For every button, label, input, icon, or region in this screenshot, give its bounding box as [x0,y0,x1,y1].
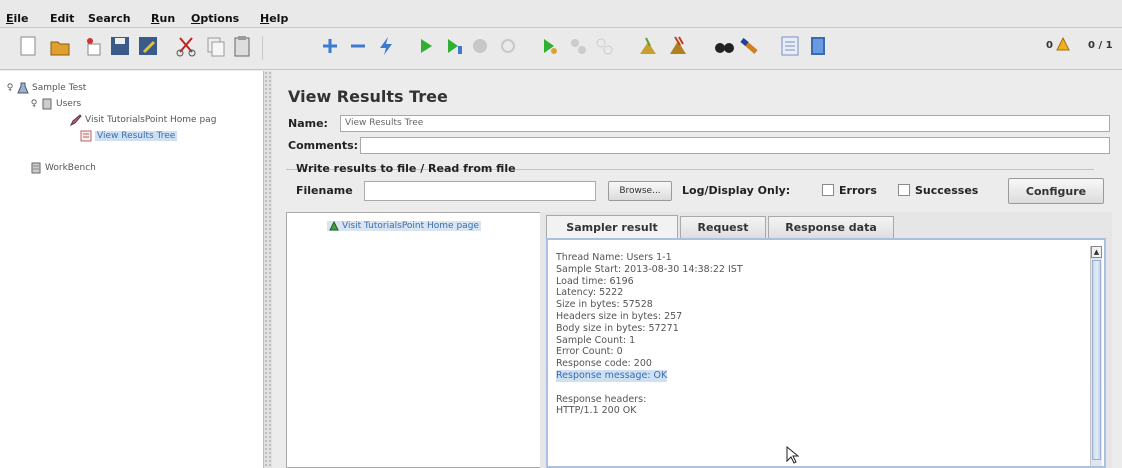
remote-exit-icon[interactable] [590,32,618,60]
menu-edit[interactable]: Edit [50,12,74,25]
menu-options[interactable]: Options [191,12,239,25]
result-line: Thread Name: Users 1-1 [556,252,672,263]
save-icon[interactable] [106,32,134,60]
result-item-label: Visit TutorialsPoint Home page [342,221,479,231]
scroll-thumb[interactable] [1092,260,1101,460]
tab-sampler-result[interactable]: Sampler result [546,215,678,239]
paste-icon[interactable] [228,32,256,60]
open-icon[interactable] [46,32,74,60]
start-no-pause-icon[interactable] [440,32,468,60]
result-item[interactable]: Visit TutorialsPoint Home page [327,221,481,231]
toolbar-separator [262,36,263,60]
tree-node-sampler[interactable]: Visit TutorialsPoint Home pag [70,113,216,127]
workbench-icon [31,162,41,174]
sampler-result-text[interactable]: Thread Name: Users 1-1 Sample Start: 201… [556,252,743,417]
toolbar: 0 0 / 1 [0,28,1122,70]
result-line: HTTP/1.1 200 OK [556,405,637,417]
result-line: Sample Count: 1 [556,334,636,346]
result-line: Load time: 6196 [556,275,634,287]
thread-group-icon [42,98,52,110]
result-line: Sample Start: 2013-08-30 14:38:22 IST [556,263,743,275]
expand-icon[interactable] [316,32,344,60]
tree-node-thread-group[interactable]: ♀ Users [30,97,81,111]
vertical-scrollbar[interactable]: ▲ [1090,246,1102,466]
result-line: Headers size in bytes: 257 [556,310,683,322]
remote-start-icon[interactable] [536,32,564,60]
tree-label: WorkBench [45,163,96,173]
stop-icon[interactable] [466,32,494,60]
result-line: Response headers: [556,393,647,405]
help-icon[interactable] [804,32,832,60]
results-tree-icon [80,130,92,142]
log-display-label: Log/Display Only: [682,184,791,197]
errors-label: Errors [839,184,877,197]
search-icon[interactable] [710,32,738,60]
tree-node-test-plan[interactable]: ♀ Sample Test [6,81,86,95]
menu-help[interactable]: Help [260,12,288,25]
tree-toggle-icon[interactable]: ♀ [6,83,14,93]
name-field[interactable]: View Results Tree [340,115,1110,132]
page-title: View Results Tree [288,87,448,106]
tree-toggle-icon[interactable]: ♀ [30,99,38,109]
result-detail-area: Sampler result Request Response data Thr… [540,212,1112,468]
tree-label: Sample Test [32,83,87,93]
cut-icon[interactable] [172,32,200,60]
browse-button[interactable]: Browse... [608,181,672,201]
remote-stop-icon[interactable] [564,32,592,60]
result-line: Latency: 5222 [556,287,624,299]
filename-field[interactable] [364,181,596,201]
errors-checkbox[interactable] [822,184,834,196]
success-icon [329,221,339,231]
split-pane-divider[interactable] [264,71,272,468]
clear-icon[interactable] [634,32,662,60]
warning-count: 0 [1046,40,1053,51]
tab-response-data[interactable]: Response data [768,216,894,238]
menu-search[interactable]: Search [88,12,131,25]
menu-file[interactable]: Eile [6,12,29,25]
save-as-icon[interactable] [134,32,162,60]
copy-icon[interactable] [202,32,230,60]
clear-all-icon[interactable] [664,32,692,60]
sampler-result-panel: Thread Name: Users 1-1 Sample Start: 201… [546,238,1106,468]
successes-checkbox[interactable] [898,184,910,196]
results-list: Visit TutorialsPoint Home page [286,212,546,468]
result-line: Size in bytes: 57528 [556,299,653,311]
successes-label: Successes [915,184,979,197]
name-label: Name: [288,117,328,130]
mouse-cursor-icon [786,446,800,464]
menu-bar: Eile Edit Search Run Options Help [0,0,1122,28]
result-line-blank [556,382,743,394]
start-icon[interactable] [412,32,440,60]
result-line: Body size in bytes: 57271 [556,322,679,334]
open-template-icon[interactable] [78,32,106,60]
new-icon[interactable] [14,32,42,60]
warning-icon[interactable] [1056,36,1070,54]
function-helper-icon[interactable] [776,32,804,60]
main-panel: View Results Tree Name: View Results Tre… [272,71,1122,468]
menu-run[interactable]: Run [151,12,175,25]
tree-label: Visit TutorialsPoint Home pag [85,115,217,125]
tab-request[interactable]: Request [680,216,766,238]
configure-button[interactable]: Configure [1008,178,1104,204]
tree-label: Users [56,99,82,109]
reset-search-icon[interactable] [736,32,764,60]
scroll-up-icon[interactable]: ▲ [1091,246,1102,258]
pencil-icon [70,114,82,126]
comments-field[interactable] [360,137,1110,154]
collapse-icon[interactable] [344,32,372,60]
result-line-highlighted: Response message: OK [556,369,668,382]
shutdown-icon[interactable] [494,32,522,60]
toggle-icon[interactable] [372,32,400,60]
comments-label: Comments: [288,139,359,152]
tree-node-listener[interactable]: View Results Tree [80,129,178,143]
test-plan-icon [17,82,29,94]
test-plan-tree: ♀ Sample Test ♀ Users Visit TutorialsPoi… [0,71,264,468]
tree-label: View Results Tree [95,131,178,141]
file-group-title: Write results to file / Read from file [296,162,516,175]
thread-counter: 0 / 1 [1088,40,1113,51]
filename-label: Filename [296,184,353,197]
tree-node-workbench[interactable]: WorkBench [30,161,96,175]
result-line: Response code: 200 [556,358,652,370]
result-line: Error Count: 0 [556,346,623,358]
